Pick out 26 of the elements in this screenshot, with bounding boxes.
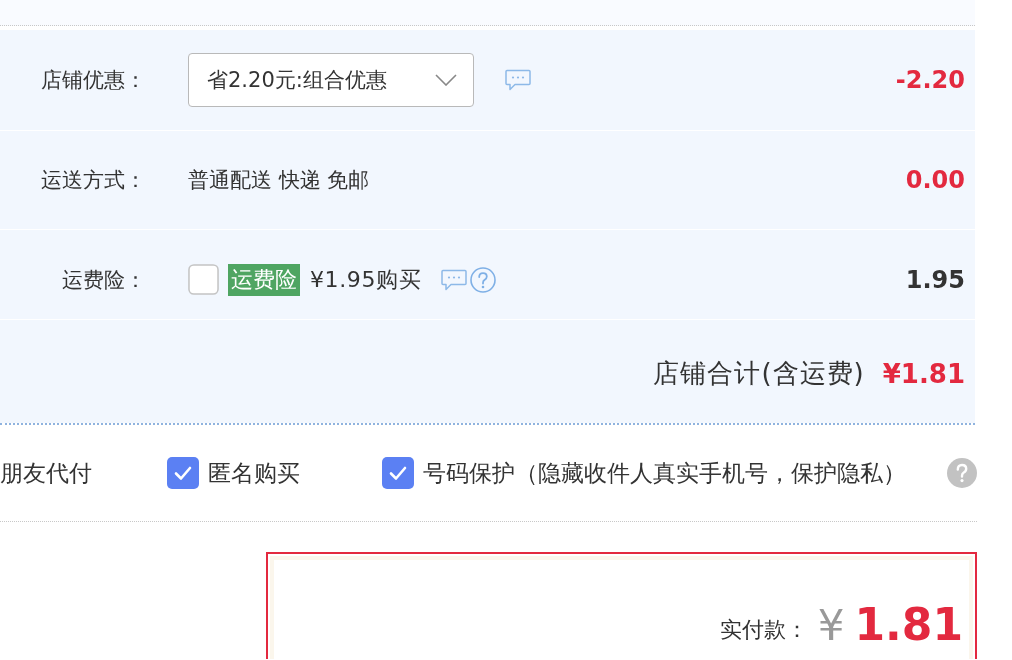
chevron-down-icon (435, 74, 457, 86)
payment-amount: 1.81 (854, 600, 963, 649)
row-amount: 0.00 (905, 166, 965, 194)
option-label: 号码保护（隐藏收件人真实手机号，保护隐私） (423, 458, 906, 488)
row-label: 运送方式： (40, 167, 146, 194)
option-label: 匿名购买 (208, 458, 300, 488)
checkbox[interactable] (167, 457, 199, 489)
help-icon[interactable] (470, 266, 497, 293)
insurance-tag: 运费险 (228, 263, 300, 296)
shipping-method: 普通配送 快递 免邮 (188, 167, 370, 194)
coupon-select[interactable]: 省2.20元:组合优惠 (188, 53, 474, 107)
payment-label: 实付款： (719, 616, 808, 644)
checkbox[interactable] (382, 457, 414, 489)
currency-symbol: ¥ (817, 602, 845, 649)
insurance-price: ¥1.95购买 (310, 265, 422, 294)
shop-total-label: 店铺合计(含运费) (653, 357, 865, 390)
help-icon[interactable] (947, 458, 977, 488)
option-label: 朋友代付 (0, 458, 92, 488)
chat-bubble-icon[interactable] (505, 69, 531, 91)
chat-bubble-icon[interactable] (441, 268, 468, 291)
row-label: 运费险： (61, 266, 146, 294)
row-label: 店铺优惠： (40, 67, 146, 94)
row-amount: -2.20 (895, 66, 965, 94)
row-amount: 1.95 (905, 265, 965, 294)
checkbox[interactable] (188, 264, 219, 295)
shop-total-amount: ¥1.81 (882, 358, 965, 389)
